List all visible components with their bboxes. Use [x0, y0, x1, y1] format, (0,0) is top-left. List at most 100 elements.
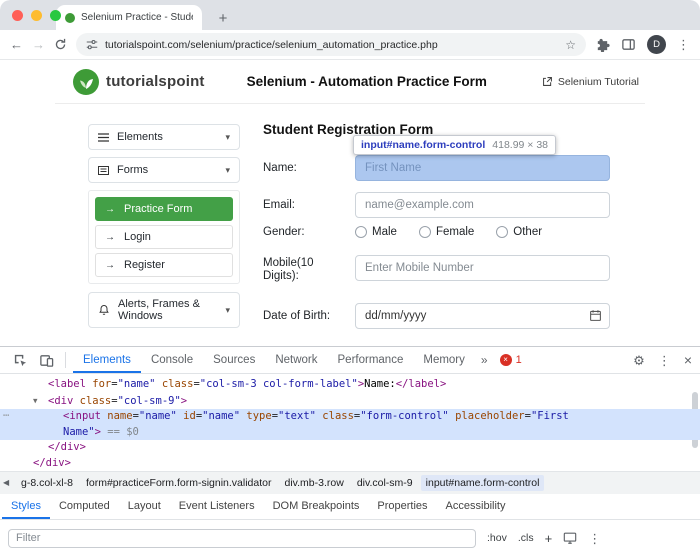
- chevron-down-icon: ▾: [225, 132, 230, 143]
- zoom-window-button[interactable]: [50, 10, 61, 21]
- close-window-button[interactable]: [12, 10, 23, 21]
- form-list-icon: [98, 166, 109, 175]
- radio-male[interactable]: Male: [355, 226, 397, 238]
- sidebar-item-practice-form[interactable]: → Practice Form: [95, 197, 233, 221]
- styles-more-icon[interactable]: ⋮: [588, 532, 601, 545]
- styles-tab-list: StylesComputedLayoutEvent ListenersDOM B…: [0, 494, 700, 520]
- name-input[interactable]: [355, 155, 610, 181]
- radio-circle-icon[interactable]: [419, 226, 431, 238]
- forms-accordion-body: → Practice Form → Login → Register: [88, 190, 240, 284]
- breadcrumb-item[interactable]: input#name.form-control: [421, 475, 545, 491]
- breadcrumb-item[interactable]: form#practiceForm.form-signin.validator: [81, 475, 277, 491]
- male-label: Male: [372, 226, 397, 238]
- devtools-tab-list: ElementsConsoleSourcesNetworkPerformance…: [73, 347, 475, 373]
- mobile-input[interactable]: [355, 255, 610, 281]
- line-actions-icon[interactable]: …: [3, 406, 10, 422]
- devtools-close-button[interactable]: ×: [684, 353, 692, 367]
- dom-tree-line[interactable]: <label for="name" class="col-sm-3 col-fo…: [0, 377, 700, 393]
- email-input[interactable]: [355, 192, 610, 218]
- breadcrumb-item[interactable]: g-8.col-xl-8: [16, 475, 78, 491]
- address-bar[interactable]: tutorialspoint.com/selenium/practice/sel…: [76, 33, 586, 56]
- devtools-tab-elements[interactable]: Elements: [73, 347, 141, 373]
- minimize-window-button[interactable]: [31, 10, 42, 21]
- site-settings-icon[interactable]: [86, 39, 98, 51]
- gender-row: Gender: Male Female Other: [263, 224, 625, 240]
- dom-tree-line[interactable]: Name"> == $0: [0, 425, 700, 441]
- side-panel-icon[interactable]: [621, 37, 636, 52]
- radio-other[interactable]: Other: [496, 226, 542, 238]
- gender-label: Gender:: [263, 224, 305, 240]
- styles-tab-layout[interactable]: Layout: [119, 494, 170, 519]
- mobile-label: Mobile(10 Digits):: [263, 257, 341, 283]
- breadcrumb-scroll-left-icon[interactable]: ◀: [3, 478, 9, 487]
- browser-tab[interactable]: Selenium Practice - Student F: [56, 5, 202, 30]
- new-tab-button[interactable]: +: [214, 11, 232, 26]
- radio-circle-icon[interactable]: [355, 226, 367, 238]
- bookmark-star-icon[interactable]: ☆: [565, 39, 576, 51]
- name-row: Name:: [263, 155, 625, 181]
- sidebar: Elements ▾ Forms ▾ → Practice Form → Log…: [88, 124, 240, 335]
- gender-options: Male Female Other: [355, 224, 542, 240]
- mobile-row: Mobile(10 Digits):: [263, 255, 625, 281]
- device-toolbar-icon[interactable]: [34, 353, 58, 368]
- rendering-monitor-icon[interactable]: [563, 531, 577, 545]
- sidebar-item-elements[interactable]: Elements ▾: [88, 124, 240, 150]
- devtools-tab-memory[interactable]: Memory: [413, 347, 475, 373]
- external-link-icon: [542, 76, 553, 87]
- calendar-icon[interactable]: [589, 309, 602, 322]
- styles-tab-styles[interactable]: Styles: [2, 494, 50, 519]
- dob-input-wrap: [355, 303, 610, 329]
- devtools-panel: ElementsConsoleSourcesNetworkPerformance…: [0, 346, 700, 556]
- styles-tab-event-listeners[interactable]: Event Listeners: [170, 494, 264, 519]
- dom-tree-line[interactable]: </div>: [0, 440, 700, 456]
- devtools-tab-sources[interactable]: Sources: [203, 347, 265, 373]
- brand[interactable]: tutorialspoint: [73, 69, 205, 95]
- sidebar-item-alerts-frames-windows[interactable]: Alerts, Frames & Windows ▾: [88, 292, 240, 328]
- styles-tab-properties[interactable]: Properties: [368, 494, 436, 519]
- devtools-tab-network[interactable]: Network: [265, 347, 327, 373]
- dob-input[interactable]: [355, 303, 610, 329]
- extensions-puzzle-icon[interactable]: [595, 37, 610, 52]
- practice-form-label: Practice Form: [124, 203, 192, 215]
- browser-toolbar: ← → tutorialspoint.com/selenium/practice…: [0, 30, 700, 60]
- settings-gear-icon[interactable]: ⚙: [633, 354, 645, 367]
- dom-tree-line[interactable]: ▼<div class="col-sm-9">: [0, 393, 700, 410]
- breadcrumb-item[interactable]: div.mb-3.row: [280, 475, 349, 491]
- breadcrumb-item[interactable]: div.col-sm-9: [352, 475, 418, 491]
- arrow-right-icon: →: [105, 232, 115, 243]
- styles-tab-computed[interactable]: Computed: [50, 494, 119, 519]
- dom-tree-line[interactable]: </div>: [0, 456, 700, 472]
- hover-state-toggle[interactable]: :hov: [487, 532, 507, 544]
- tab-strip: Selenium Practice - Student F +: [0, 0, 700, 30]
- expand-arrow-icon[interactable]: ▼: [33, 393, 48, 409]
- devtools-menu-icon[interactable]: ⋮: [658, 354, 671, 367]
- dom-tree-line[interactable]: …<input name="name" id="name" type="text…: [0, 409, 700, 425]
- browser-menu-icon[interactable]: ⋮: [677, 38, 690, 51]
- error-badge[interactable]: × 1: [500, 354, 522, 366]
- inspect-element-icon[interactable]: [8, 353, 32, 368]
- alerts-label: Alerts, Frames & Windows: [118, 298, 210, 322]
- arrow-right-icon: →: [105, 204, 115, 215]
- devtools-tab-performance[interactable]: Performance: [328, 347, 414, 373]
- devtools-tab-console[interactable]: Console: [141, 347, 203, 373]
- styles-filter-input[interactable]: [8, 529, 476, 548]
- styles-tab-accessibility[interactable]: Accessibility: [437, 494, 515, 519]
- class-toggle[interactable]: .cls: [518, 532, 534, 544]
- sidebar-item-register[interactable]: → Register: [95, 253, 233, 277]
- sidebar-item-forms[interactable]: Forms ▾: [88, 157, 240, 183]
- more-tabs-icon[interactable]: »: [477, 353, 492, 367]
- new-style-rule-button[interactable]: +: [545, 532, 553, 545]
- dob-label: Date of Birth:: [263, 303, 330, 329]
- forward-button[interactable]: →: [32, 38, 45, 51]
- reload-button[interactable]: [54, 38, 67, 51]
- back-button[interactable]: ←: [10, 38, 23, 51]
- sidebar-item-login[interactable]: → Login: [95, 225, 233, 249]
- chevron-down-icon: ▾: [225, 165, 230, 176]
- radio-circle-icon[interactable]: [496, 226, 508, 238]
- radio-female[interactable]: Female: [419, 226, 474, 238]
- styles-tab-dom-breakpoints[interactable]: DOM Breakpoints: [264, 494, 369, 519]
- sidebar-forms-label: Forms: [117, 164, 148, 176]
- selenium-tutorial-link[interactable]: Selenium Tutorial: [542, 76, 639, 88]
- profile-avatar[interactable]: D: [647, 35, 666, 54]
- brand-name: tutorialspoint: [106, 73, 205, 90]
